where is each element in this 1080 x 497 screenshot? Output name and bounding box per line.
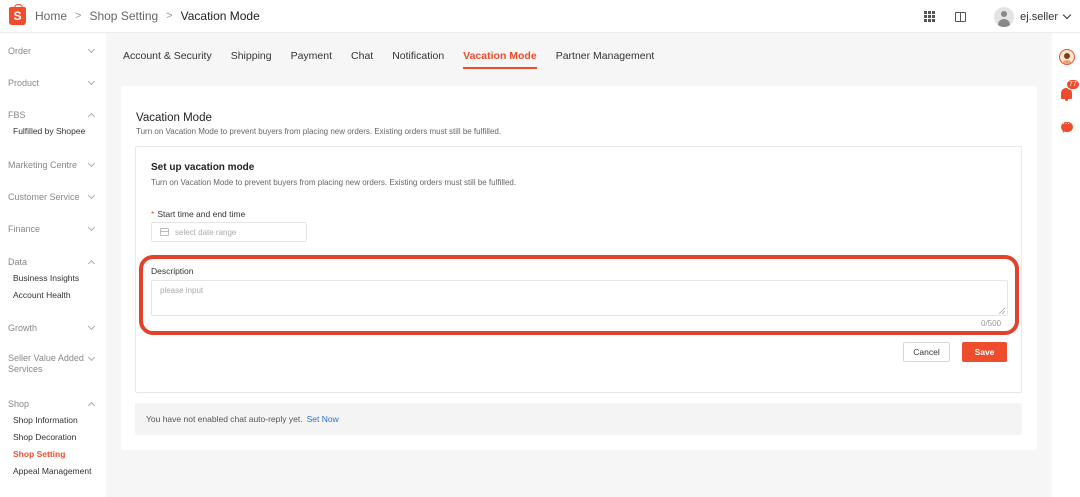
breadcrumb-separator-icon: >	[75, 10, 82, 22]
sidebar-group-label: FBS	[8, 110, 26, 120]
date-range-label: * Start time and end time	[151, 209, 245, 219]
breadcrumb-home[interactable]: Home	[35, 9, 67, 23]
assistant-avatar-icon[interactable]	[1059, 49, 1075, 65]
sidebar-group-header[interactable]: Marketing Centre	[0, 157, 106, 173]
sidebar-group-fbs: FBS Fulfilled by Shopee	[0, 107, 106, 140]
date-range-placeholder: select date range	[175, 227, 237, 237]
sidebar-group-growth: Growth	[0, 320, 106, 336]
tab-account-security[interactable]: Account & Security	[123, 50, 212, 69]
sidebar-item-shop-setting[interactable]: Shop Setting	[0, 446, 106, 463]
sidebar-item-shop-decoration[interactable]: Shop Decoration	[0, 429, 106, 446]
sidebar-item-business-insights[interactable]: Business Insights	[0, 270, 106, 287]
notice-text: You have not enabled chat auto-reply yet…	[146, 414, 303, 424]
cancel-button[interactable]: Cancel	[903, 342, 950, 362]
breadcrumb-shop-setting[interactable]: Shop Setting	[89, 9, 158, 23]
chevron-up-icon	[87, 401, 96, 409]
apps-grid-icon[interactable]	[924, 11, 936, 22]
chevron-down-icon	[87, 353, 96, 362]
sidebar-group-label: Customer Service	[8, 192, 80, 202]
save-button[interactable]: Save	[962, 342, 1007, 362]
sidebar-group-header[interactable]: Growth	[0, 320, 106, 336]
sidebar-group-header[interactable]: Order	[0, 43, 106, 59]
sidebar-group-label: Finance	[8, 224, 41, 234]
breadcrumb-vacation-mode: Vacation Mode	[180, 9, 260, 23]
chevron-down-icon	[87, 159, 96, 168]
tab-shipping[interactable]: Shipping	[231, 50, 272, 69]
page-title: Vacation Mode	[136, 112, 212, 124]
sidebar-group-header[interactable]: Data	[0, 254, 106, 270]
breadcrumb: Home > Shop Setting > Vacation Mode	[35, 9, 260, 23]
panel-title: Set up vacation mode	[151, 162, 255, 173]
date-range-label-text: Start time and end time	[157, 209, 246, 219]
sidebar-group-label: Seller Value Added Services	[8, 353, 84, 374]
chevron-up-icon	[87, 112, 96, 120]
sidebar-group-header[interactable]: Customer Service	[0, 189, 106, 205]
tab-partner-management[interactable]: Partner Management	[556, 50, 655, 69]
sidebar-group-header[interactable]: Shop	[0, 396, 106, 412]
shopee-logo-icon[interactable]: S	[9, 4, 26, 25]
sidebar-group-label: Product	[8, 78, 40, 88]
top-bar: S Home > Shop Setting > Vacation Mode ej…	[0, 0, 1080, 33]
sidebar-group-header[interactable]: Seller Value Added Services	[0, 353, 106, 377]
sidebar-item-shop-information[interactable]: Shop Information	[0, 412, 106, 429]
chevron-down-icon	[87, 191, 96, 200]
chevron-down-icon	[87, 45, 96, 54]
sidebar-group-shop: Shop Shop Information Shop Decoration Sh…	[0, 396, 106, 480]
chevron-down-icon	[87, 223, 96, 232]
user-avatar-icon[interactable]	[994, 6, 1015, 27]
sidebar-item-account-health[interactable]: Account Health	[0, 287, 106, 304]
date-range-picker[interactable]: select date range	[151, 222, 307, 242]
sidebar-group-finance: Finance	[0, 221, 106, 237]
username[interactable]: ej.seller	[1020, 11, 1058, 23]
logo-letter: S	[13, 9, 22, 23]
notification-count-badge: 77	[1066, 79, 1080, 90]
calendar-icon	[160, 228, 169, 236]
sidebar: Order Product FBS Fulfilled by Shopee Ma…	[0, 33, 106, 497]
tab-chat[interactable]: Chat	[351, 50, 373, 69]
sidebar-item-appeal-management[interactable]: Appeal Management	[0, 463, 106, 480]
auto-reply-notice: You have not enabled chat auto-reply yet…	[135, 403, 1022, 435]
chevron-down-icon	[87, 322, 96, 331]
required-mark: *	[151, 209, 155, 219]
sidebar-group-product: Product	[0, 75, 106, 91]
book-icon[interactable]	[955, 11, 967, 22]
tab-vacation-mode[interactable]: Vacation Mode	[463, 50, 537, 69]
sidebar-group-order: Order	[0, 43, 106, 59]
sidebar-group-label: Order	[8, 46, 32, 56]
sidebar-group-header[interactable]: FBS	[0, 107, 106, 123]
chat-bubble-icon[interactable]	[1061, 118, 1073, 133]
tab-notification[interactable]: Notification	[392, 50, 444, 69]
description-highlight-outline	[139, 255, 1019, 335]
sidebar-group-label: Growth	[8, 323, 38, 333]
sidebar-group-header[interactable]: Finance	[0, 221, 106, 237]
sidebar-group-data: Data Business Insights Account Health	[0, 254, 106, 304]
sidebar-group-seller-value-added-services: Seller Value Added Services	[0, 353, 106, 377]
sidebar-item-fulfilled-by-shopee[interactable]: Fulfilled by Shopee	[0, 123, 106, 140]
sidebar-group-customer-service: Customer Service	[0, 189, 106, 205]
chevron-down-icon[interactable]	[1062, 10, 1072, 20]
chevron-up-icon	[87, 259, 96, 267]
sidebar-group-label: Shop	[8, 399, 30, 409]
sidebar-group-marketing-centre: Marketing Centre	[0, 157, 106, 173]
page-subtitle: Turn on Vacation Mode to prevent buyers …	[136, 127, 502, 136]
set-now-link[interactable]: Set Now	[307, 414, 339, 424]
sidebar-group-label: Data	[8, 257, 28, 267]
tab-payment[interactable]: Payment	[291, 50, 332, 69]
chevron-down-icon	[87, 77, 96, 86]
settings-tabs: Account & Security Shipping Payment Chat…	[123, 50, 673, 69]
sidebar-group-label: Marketing Centre	[8, 160, 78, 170]
sidebar-group-header[interactable]: Product	[0, 75, 106, 91]
right-rail: 77	[1052, 33, 1080, 497]
panel-subtitle: Turn on Vacation Mode to prevent buyers …	[151, 178, 517, 187]
breadcrumb-separator-icon: >	[166, 10, 173, 22]
